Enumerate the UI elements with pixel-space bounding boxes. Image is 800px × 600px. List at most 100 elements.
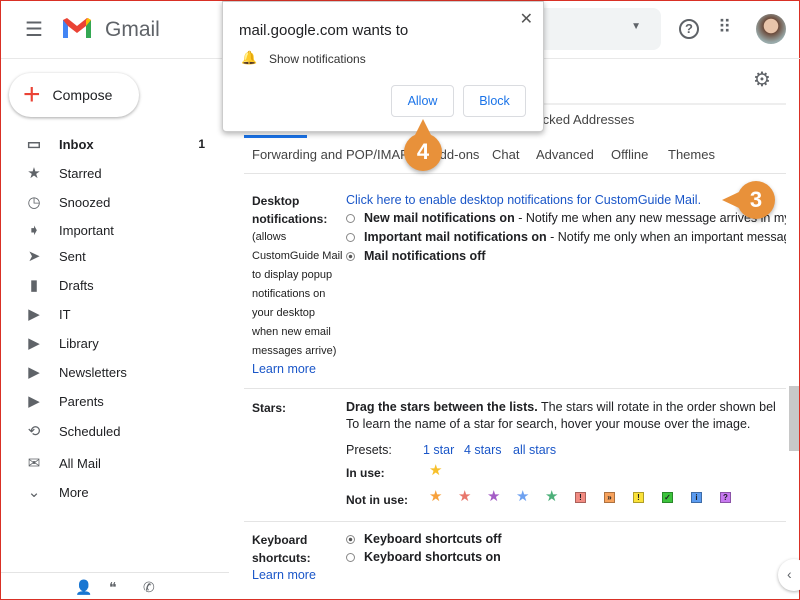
description-line: your desktop <box>252 307 315 319</box>
help-icon[interactable]: ? <box>679 19 699 39</box>
contacts-icon[interactable]: 👤 <box>75 579 92 596</box>
star-box-icon[interactable]: i <box>691 492 702 503</box>
star-box-icon[interactable]: ✓ <box>662 492 673 503</box>
option-label: Important mail notifications on <box>364 230 547 244</box>
sidebar-item-it[interactable]: ▶ IT <box>1 300 229 328</box>
notification-option[interactable]: New mail notifications on - Notify me wh… <box>346 211 786 225</box>
sidebar-item-library[interactable]: ▶ Library <box>1 329 229 357</box>
star-box-icon[interactable]: ? <box>720 492 731 503</box>
sidebar-item-all-mail[interactable]: ✉ All Mail <box>1 449 229 477</box>
sidebar-item-scheduled[interactable]: ⟲ Scheduled <box>1 417 229 445</box>
sidebar-item-more[interactable]: ⌄ More <box>1 478 229 506</box>
bell-icon: 🔔 <box>241 50 258 65</box>
compose-button[interactable]: + Compose <box>9 73 139 117</box>
settings-gear-icon[interactable]: ⚙ <box>753 67 771 92</box>
star-icon[interactable]: ★ <box>487 487 500 505</box>
star-icon[interactable]: ★ <box>429 461 442 479</box>
star-box-icon[interactable]: » <box>604 492 615 503</box>
block-button[interactable]: Block <box>463 85 526 117</box>
sidebar-item-parents[interactable]: ▶ Parents <box>1 387 229 415</box>
star-box-icon[interactable]: ! <box>633 492 644 503</box>
sidebar-item-label: Parents <box>59 393 104 409</box>
sidebar-item-newsletters[interactable]: ▶ Newsletters <box>1 358 229 386</box>
keyboard-option[interactable]: Keyboard shortcuts on <box>346 550 501 564</box>
sidebar-item-label: All Mail <box>59 455 101 471</box>
unread-count: 1 <box>198 137 205 151</box>
keyboard-option[interactable]: Keyboard shortcuts off <box>346 532 502 546</box>
hangouts-icon[interactable]: ❝ <box>109 579 117 596</box>
star-icon[interactable]: ★ <box>429 487 442 505</box>
sidebar-item-label: More <box>59 484 89 500</box>
star-box-icon[interactable]: ! <box>575 492 586 503</box>
label-icon: ▶ <box>28 335 40 352</box>
description-line: messages arrive) <box>252 345 337 357</box>
sidebar-item-sent[interactable]: ➤ Sent <box>1 242 229 270</box>
sidebar-item-label: Sent <box>59 248 86 264</box>
stars-label: Stars: <box>252 401 287 415</box>
tab-forwarding-and-pop-imap[interactable]: Forwarding and POP/IMAP <box>252 147 409 162</box>
option-label: Keyboard shortcuts off <box>364 532 502 546</box>
tab-chat[interactable]: Chat <box>492 147 519 162</box>
star-icon[interactable]: ★ <box>458 487 471 505</box>
enable-notifications-link[interactable]: Click here to enable desktop notificatio… <box>346 193 701 207</box>
radio-button[interactable] <box>346 214 355 223</box>
radio-button[interactable] <box>346 233 355 242</box>
description-line: notifications on <box>252 288 326 300</box>
side-panel-toggle-icon[interactable]: ‹ <box>778 559 800 591</box>
phone-icon[interactable]: ✆ <box>143 579 155 596</box>
sidebar-item-snoozed[interactable]: ◷ Snoozed <box>1 188 229 216</box>
divider <box>244 388 786 389</box>
preset-all-stars[interactable]: all stars <box>513 443 556 457</box>
rotation-text: The stars will rotate in the order shown… <box>537 400 776 414</box>
star-icon[interactable]: ★ <box>516 487 529 505</box>
option-label: Mail notifications off <box>364 249 486 263</box>
label-icon: ▶ <box>28 306 40 323</box>
apps-grid-icon[interactable]: ⠿ <box>718 17 731 38</box>
desktop-notifications-label: Desktop notifications: <box>252 194 328 226</box>
sidebar-item-label: Starred <box>59 165 102 181</box>
callout-pointer <box>415 119 431 135</box>
in-use-label: In use: <box>346 466 385 480</box>
preset-1-star[interactable]: 1 star <box>423 443 454 457</box>
main-menu-icon[interactable]: ☰ <box>25 17 43 42</box>
step-callout-3: 3 <box>737 181 775 219</box>
tab-advanced[interactable]: Advanced <box>536 147 594 162</box>
tab-themes[interactable]: Themes <box>668 147 715 162</box>
notification-permission-popup: mail.google.com wants to ✕ 🔔 Show notifi… <box>222 1 544 132</box>
sidebar-item-important[interactable]: ➧ Important <box>1 216 229 244</box>
radio-button[interactable] <box>346 252 355 261</box>
allow-button[interactable]: Allow <box>391 85 454 117</box>
keyboard-learn-more-link[interactable]: Learn more <box>252 568 316 582</box>
send-icon: ➤ <box>27 248 41 265</box>
desktop-notifications-description: (allows CustomGuide Mail to display popup n… <box>252 228 347 361</box>
preset-4-stars[interactable]: 4 stars <box>464 443 502 457</box>
divider <box>244 521 786 522</box>
radio-button[interactable] <box>346 535 355 544</box>
sidebar-item-label: Drafts <box>59 277 94 293</box>
sidebar-item-inbox[interactable]: ▭ Inbox 1 <box>1 130 229 158</box>
popup-permission-text: Show notifications <box>269 52 366 66</box>
radio-button[interactable] <box>346 553 355 562</box>
sidebar-item-starred[interactable]: ★ Starred <box>1 159 229 187</box>
scrollbar-thumb[interactable] <box>789 386 799 451</box>
notification-option[interactable]: Important mail notifications on - Notify… <box>346 230 786 244</box>
sidebar-item-label: Newsletters <box>59 364 127 380</box>
search-options-icon[interactable]: ▼ <box>631 21 641 32</box>
sidebar-item-label: Scheduled <box>59 423 121 439</box>
drag-stars-instruction: Drag the stars between the lists. <box>346 400 538 414</box>
learn-more-link[interactable]: Learn more <box>252 362 316 376</box>
divider <box>1 572 229 573</box>
avatar[interactable] <box>756 14 786 44</box>
star-icon[interactable]: ★ <box>545 487 558 505</box>
close-icon[interactable]: ✕ <box>520 9 533 29</box>
notification-option[interactable]: Mail notifications off <box>346 249 786 263</box>
mail-icon: ✉ <box>27 455 41 472</box>
tab-offline[interactable]: Offline <box>611 147 648 162</box>
step-callout-4: 4 <box>404 133 442 171</box>
draft-icon: ▮ <box>29 277 39 294</box>
sidebar-item-drafts[interactable]: ▮ Drafts <box>1 271 229 299</box>
inbox-icon: ▭ <box>26 136 42 153</box>
label-icon: ▶ <box>28 364 40 381</box>
gmail-logo-icon[interactable] <box>61 16 93 40</box>
star-icon: ★ <box>27 165 41 182</box>
